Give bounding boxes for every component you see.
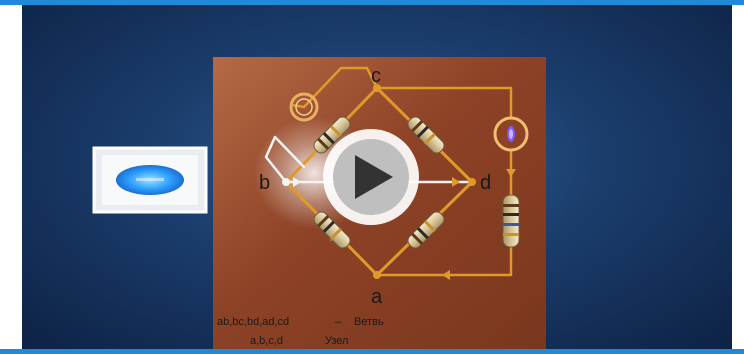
- lamp-icon: [493, 116, 529, 152]
- branches-term: Ветвь: [354, 316, 384, 328]
- node-d-label: d: [480, 172, 491, 194]
- node-b-dot: [282, 178, 290, 186]
- node-b-label: b: [259, 172, 270, 194]
- play-button[interactable]: [323, 129, 419, 225]
- node-a-dot: [373, 271, 381, 279]
- switch-card: [92, 146, 208, 214]
- circuit-scene: c a b d ab,bc,bd,ad,cd – Ветвь a,b,c,d У…: [92, 57, 546, 349]
- bottom-border: [0, 349, 744, 354]
- nodes-list: a,b,c,d: [250, 335, 283, 347]
- resistor-vertical: [502, 194, 520, 248]
- nodes-term: Узел: [325, 335, 348, 347]
- node-c-label: c: [371, 65, 381, 87]
- branches-dash: –: [335, 316, 342, 328]
- node-a-label: a: [371, 286, 383, 308]
- node-d-dot: [468, 178, 476, 186]
- branches-list: ab,bc,bd,ad,cd: [217, 316, 289, 328]
- video-viewport[interactable]: c a b d ab,bc,bd,ad,cd – Ветвь a,b,c,d У…: [22, 5, 732, 349]
